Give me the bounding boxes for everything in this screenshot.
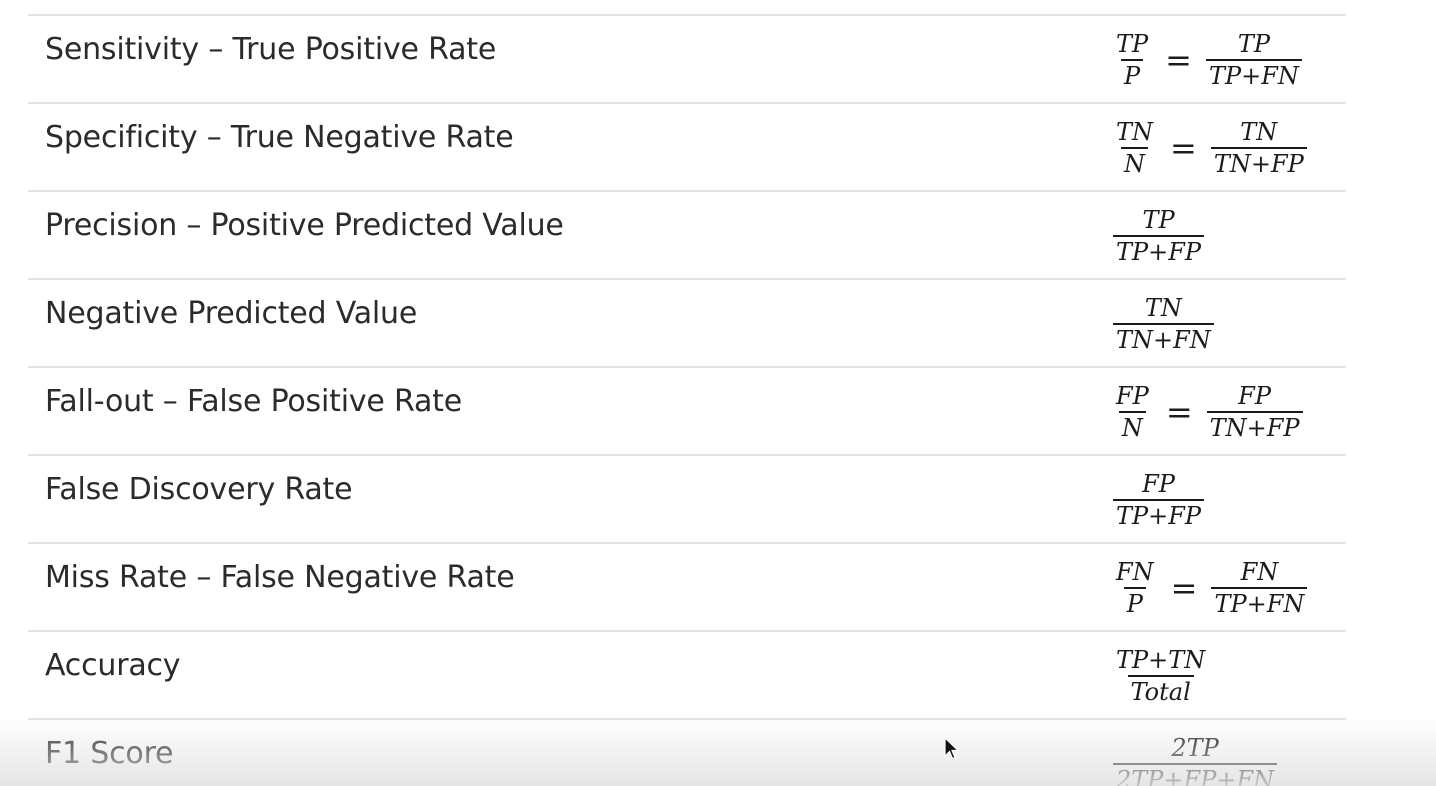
fraction-denominator: N	[1118, 411, 1146, 442]
metric-formula: TN N = TN TN+FP	[1113, 118, 1307, 178]
equals-sign: =	[1165, 393, 1193, 431]
formula-fraction: FP N	[1113, 382, 1152, 442]
metric-label: Accuracy	[45, 648, 181, 683]
metric-label: Specificity – True Negative Rate	[45, 120, 514, 155]
formula-fraction: FN P	[1113, 558, 1157, 618]
fraction-denominator: N	[1121, 147, 1148, 178]
metric-row-miss-rate: Miss Rate – False Negative Rate FN P = F…	[28, 544, 1346, 632]
metric-label: Negative Predicted Value	[45, 296, 418, 331]
metric-formula: FN P = FN TP+FN	[1113, 558, 1308, 618]
fraction-denominator: TN+FP	[1206, 411, 1303, 442]
metric-row-f1-score: F1 Score 2TP 2TP+FP+FN	[28, 720, 1346, 786]
fraction-denominator: P	[1123, 587, 1146, 618]
metric-formula: TP+TN Total	[1113, 646, 1208, 706]
fraction-numerator: FN	[1240, 558, 1279, 586]
metrics-page: Sensitivity – True Positive Rate TP P = …	[0, 0, 1436, 786]
formula-fraction: TN N	[1113, 118, 1156, 178]
metric-formula: FP TP+FP	[1113, 470, 1205, 530]
mouse-pointer-icon	[944, 737, 960, 760]
metric-label: Sensitivity – True Positive Rate	[45, 32, 497, 67]
metric-label: Precision – Positive Predicted Value	[45, 208, 564, 243]
fraction-denominator: Total	[1127, 675, 1194, 706]
formula-fraction: TP TP+FP	[1113, 206, 1205, 266]
formula-fraction: TN TN+FN	[1113, 294, 1214, 354]
fraction-denominator: TP+FP	[1113, 235, 1205, 266]
fraction-numerator: 2TP	[1171, 734, 1219, 762]
formula-fraction: 2TP 2TP+FP+FN	[1113, 734, 1278, 786]
metric-formula: TP P = TP TP+FN	[1113, 30, 1302, 90]
fraction-numerator: TP	[1142, 206, 1175, 234]
fraction-denominator: TP+FN	[1205, 59, 1302, 90]
fraction-numerator: TP	[1116, 30, 1149, 58]
equals-sign: =	[1165, 41, 1192, 79]
formula-fraction: TN TN+FP	[1210, 118, 1307, 178]
equals-sign: =	[1170, 129, 1197, 167]
fraction-denominator: TN+FN	[1113, 323, 1214, 354]
fraction-numerator: TP+TN	[1116, 646, 1206, 674]
metric-row-sensitivity: Sensitivity – True Positive Rate TP P = …	[28, 16, 1346, 104]
metric-label: F1 Score	[45, 736, 174, 771]
fraction-numerator: FN	[1116, 558, 1154, 586]
formula-fraction: FP TP+FP	[1113, 470, 1205, 530]
fraction-denominator: 2TP+FP+FN	[1113, 763, 1278, 786]
metric-row-negative-predicted-value: Negative Predicted Value TN TN+FN	[28, 280, 1346, 368]
metric-formula: 2TP 2TP+FP+FN	[1113, 734, 1278, 786]
fraction-denominator: TP+FN	[1211, 587, 1308, 618]
equals-sign: =	[1170, 569, 1198, 607]
metric-label: False Discovery Rate	[45, 472, 353, 507]
metric-row-specificity: Specificity – True Negative Rate TN N = …	[28, 104, 1346, 192]
formula-fraction: FN TP+FN	[1211, 558, 1308, 618]
fraction-numerator: TP	[1237, 30, 1270, 58]
metric-formula: TP TP+FP	[1113, 206, 1205, 266]
fraction-numerator: FP	[1238, 382, 1271, 410]
fraction-denominator: TP+FP	[1113, 499, 1205, 530]
metric-row-accuracy: Accuracy TP+TN Total	[28, 632, 1346, 720]
metric-formula: TN TN+FN	[1113, 294, 1214, 354]
fraction-denominator: P	[1121, 59, 1144, 90]
metric-label: Miss Rate – False Negative Rate	[45, 560, 515, 595]
metric-label: Fall-out – False Positive Rate	[45, 384, 462, 419]
metric-row-fall-out: Fall-out – False Positive Rate FP N = FP…	[28, 368, 1346, 456]
metrics-table: Sensitivity – True Positive Rate TP P = …	[28, 14, 1346, 786]
metric-row-precision: Precision – Positive Predicted Value TP …	[28, 192, 1346, 280]
fraction-numerator: FP	[1142, 470, 1175, 498]
fraction-numerator: FP	[1116, 382, 1149, 410]
fraction-numerator: TN	[1116, 118, 1154, 146]
metric-row-false-discovery-rate: False Discovery Rate FP TP+FP	[28, 456, 1346, 544]
fraction-denominator: TN+FP	[1210, 147, 1307, 178]
formula-fraction: TP+TN Total	[1113, 646, 1208, 706]
metric-formula: FP N = FP TN+FP	[1113, 382, 1303, 442]
fraction-numerator: TN	[1144, 294, 1182, 322]
fraction-numerator: TN	[1240, 118, 1278, 146]
formula-fraction: TP P	[1113, 30, 1151, 90]
formula-fraction: TP TP+FN	[1205, 30, 1302, 90]
formula-fraction: FP TN+FP	[1206, 382, 1303, 442]
